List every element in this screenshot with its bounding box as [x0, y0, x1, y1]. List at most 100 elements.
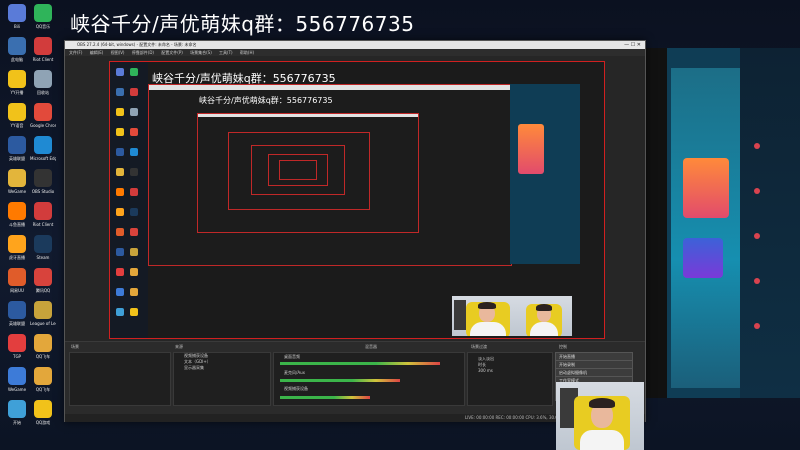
window-controls[interactable]: — ☐ ✕ — [624, 41, 641, 49]
desktop-icon[interactable]: 此电脑 — [4, 37, 30, 71]
menu-view[interactable]: 视图(V) — [111, 50, 125, 55]
preview-app-icon — [116, 148, 124, 156]
desktop-icon-label: Microsoft Edge — [30, 156, 56, 161]
desktop-icon-label: 此电脑 — [11, 57, 23, 62]
preview-app-icon — [130, 228, 138, 236]
mixer-panel[interactable]: 桌面音频 麦克风/Aux 视频捕获设备 — [273, 352, 465, 406]
desktop-icon-label: Riot Client — [32, 57, 54, 62]
desktop-icon[interactable]: WeGame — [4, 367, 30, 401]
menu-file[interactable]: 文件(F) — [69, 50, 82, 55]
nested-game-card — [518, 124, 544, 174]
game-card[interactable] — [683, 158, 729, 218]
desktop-icon-label: WeGame — [7, 189, 27, 194]
audio-meter — [280, 396, 370, 399]
app-icon — [34, 103, 52, 121]
mixer-header: 混音器 — [365, 344, 377, 349]
desktop-icon[interactable]: WeGame — [4, 169, 30, 203]
status-dot-icon — [754, 188, 760, 194]
menu-profile[interactable]: 配置文件(P) — [161, 50, 183, 55]
desktop-icon[interactable]: 英雄联盟 — [4, 136, 30, 170]
duration-value[interactable]: 300 ms — [468, 368, 552, 374]
desktop-icon[interactable]: 英雄联盟 — [4, 301, 30, 335]
nested-capture-1: 峡谷千分/声优萌妹q群：556776735 — [148, 84, 512, 266]
app-icon — [34, 334, 52, 352]
app-icon — [34, 268, 52, 286]
desktop-icon[interactable]: OBS Studio — [30, 169, 56, 203]
desktop-icon-label: QQ音乐 — [35, 24, 51, 29]
menu-help[interactable]: 帮助(H) — [240, 50, 254, 55]
obs-window[interactable]: OBS 27.2.4 (64-bit, windows) - 配置文件: 未命名… — [64, 40, 646, 422]
preview-app-icon — [116, 268, 124, 276]
app-icon — [34, 202, 52, 220]
source-item[interactable]: 显示器采集 — [174, 365, 270, 371]
app-icon — [8, 4, 26, 22]
desktop-icon[interactable]: Google Chrome — [30, 103, 56, 137]
scenes-panel[interactable] — [69, 352, 171, 406]
transitions-panel[interactable]: 淡入淡出 时长 300 ms — [467, 352, 553, 406]
desktop-icon[interactable]: 腾讯QQ — [30, 268, 56, 302]
status-text: LIVE: 00:00:00 REC: 00:00:00 CPU: 3.6%, … — [465, 415, 568, 420]
mixer-track-label: 视频捕获设备 — [284, 386, 308, 391]
desktop-icon[interactable]: 虎牙直播 — [4, 235, 30, 269]
desktop-icon[interactable]: YY语音 — [4, 103, 30, 137]
desktop-icon-label: Steam — [36, 255, 50, 260]
scenes-header: 场景 — [71, 344, 79, 349]
obs-menubar[interactable]: 文件(F) 编辑(E) 视图(V) 停靠部件(D) 配置文件(P) 场景集合(S… — [65, 49, 645, 56]
menu-docks[interactable]: 停靠部件(D) — [132, 50, 154, 55]
menu-tools[interactable]: 工具(T) — [219, 50, 233, 55]
desktop-icon[interactable]: Riot Client — [30, 37, 56, 71]
desktop-icon[interactable]: Bili — [4, 4, 30, 38]
desktop-icon[interactable]: QQ音乐 — [30, 4, 56, 38]
preview-app-icon — [130, 108, 138, 116]
preview-app-icon — [116, 248, 124, 256]
sources-panel[interactable]: 视频捕获设备 文本（GDI+） 显示器采集 — [173, 352, 271, 406]
desktop-icon[interactable]: QQ飞车 — [30, 367, 56, 401]
desktop-icon-label: OBS Studio — [31, 189, 55, 194]
nested-capture-6 — [279, 160, 317, 180]
desktop-icon[interactable]: 开始 — [4, 400, 30, 434]
game-card[interactable] — [683, 238, 723, 278]
preview-app-icon — [116, 168, 124, 176]
app-icon — [8, 103, 26, 121]
preview-app-icon — [130, 168, 138, 176]
app-icon — [34, 136, 52, 154]
menu-edit[interactable]: 编辑(E) — [90, 50, 104, 55]
desktop-icon-label: YY语音 — [10, 123, 24, 128]
menu-scene-collection[interactable]: 场景集合(S) — [190, 50, 212, 55]
desktop-icon[interactable]: League of Legends — [30, 301, 56, 335]
desktop-icon-label: 英雄联盟 — [9, 321, 25, 326]
app-icon — [34, 37, 52, 55]
desktop-icon-label: WeGame — [7, 387, 27, 392]
app-icon — [34, 235, 52, 253]
desktop-icon[interactable]: 斗鱼直播 — [4, 202, 30, 236]
app-icon — [8, 70, 26, 88]
desktop-icon[interactable]: Microsoft Edge — [30, 136, 56, 170]
game-sidebar — [645, 48, 667, 398]
desktop-icon[interactable]: QQ游戏 — [30, 400, 56, 434]
app-icon — [8, 268, 26, 286]
game-panel — [671, 68, 741, 388]
desktop-icon-label: QQ飞车 — [35, 387, 51, 392]
preview-app-icon — [116, 228, 124, 236]
obs-preview[interactable]: 峡谷千分/声优萌妹q群：556776735 峡谷千分/声优萌妹q群：556776… — [109, 61, 605, 339]
obs-titlebar[interactable]: OBS 27.2.4 (64-bit, windows) - 配置文件: 未命名… — [65, 41, 645, 49]
app-icon — [34, 400, 52, 418]
nested-capture-4 — [251, 145, 345, 195]
desktop-icon[interactable]: Riot Client — [30, 202, 56, 236]
preview-app-icon — [130, 308, 138, 316]
desktop-icon[interactable]: QQ飞车 — [30, 334, 56, 368]
app-icon — [8, 136, 26, 154]
preview-app-icon — [130, 288, 138, 296]
desktop-icon[interactable]: YY开播 — [4, 70, 30, 104]
preview-app-icon — [116, 308, 124, 316]
mixer-track-label: 桌面音频 — [284, 354, 300, 359]
desktop-icon[interactable]: Steam — [30, 235, 56, 269]
desktop-icon[interactable]: TGP — [4, 334, 30, 368]
desktop-icon[interactable]: 回收站 — [30, 70, 56, 104]
transitions-header: 场景过渡 — [471, 344, 487, 349]
desktop-icon-label: 斗鱼直播 — [9, 222, 25, 227]
stream-overlay-title: 峡谷千分/声优萌妹q群：556776735 — [70, 12, 415, 36]
desktop-icon[interactable]: 网易UU — [4, 268, 30, 302]
app-icon — [8, 400, 26, 418]
preview-app-icon — [130, 88, 138, 96]
